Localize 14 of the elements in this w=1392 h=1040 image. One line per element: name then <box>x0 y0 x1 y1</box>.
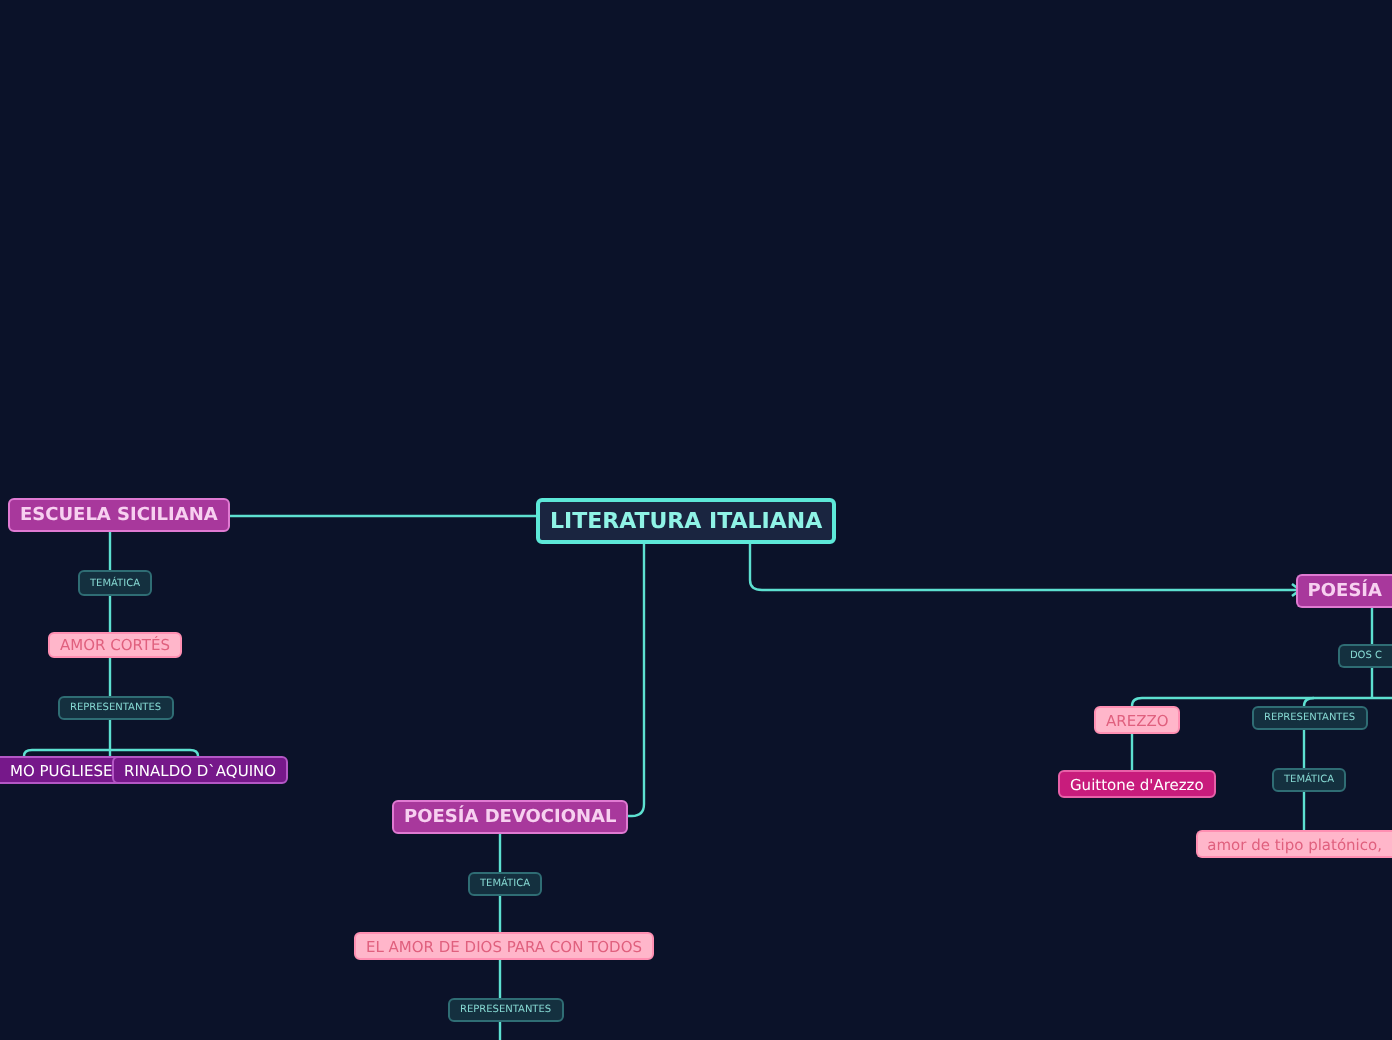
topic-node: POESÍA DEVOCIONAL <box>392 800 629 834</box>
topic-node: ESCUELA SICILIANA <box>8 498 230 532</box>
connector-line <box>1302 792 1306 830</box>
topic-node: POESÍA <box>1295 574 1392 608</box>
connector-line <box>108 658 112 696</box>
connector-line <box>498 896 502 932</box>
central-topic: LITERATURA ITALIANA <box>536 498 837 544</box>
connector-line <box>498 960 502 998</box>
connector-line <box>108 596 112 632</box>
connector-line <box>1130 734 1134 770</box>
connector-line <box>1302 730 1306 768</box>
connector-line <box>498 834 502 872</box>
connector-line <box>1370 608 1374 644</box>
connector-line <box>108 532 112 570</box>
